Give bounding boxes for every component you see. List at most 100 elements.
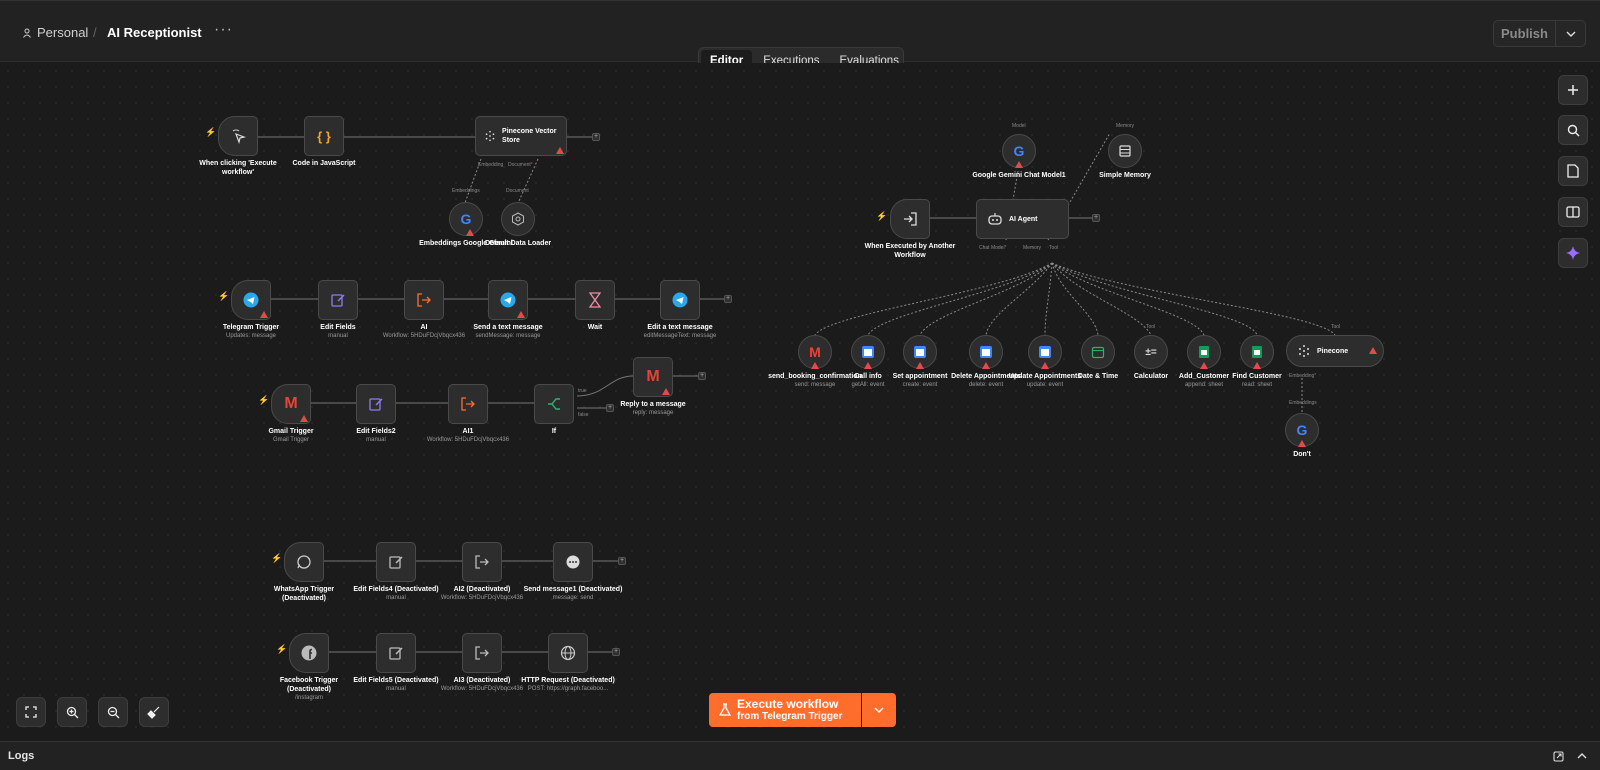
execute-workflow-text: Execute workflow from Telegram Trigger	[737, 697, 842, 723]
zoom-out-button[interactable]	[98, 697, 128, 727]
toggle-panel-button[interactable]	[1558, 197, 1588, 227]
node-ai3[interactable]	[462, 633, 502, 673]
user-icon	[23, 28, 31, 38]
add-node-handle[interactable]: +	[592, 133, 600, 141]
node-ai[interactable]	[404, 280, 444, 320]
node-add-customer[interactable]	[1187, 335, 1221, 369]
port-label-document: Document	[506, 188, 529, 194]
node-gemini-chat-model[interactable]: G	[1002, 134, 1036, 168]
add-node-handle[interactable]: +	[724, 295, 732, 303]
logs-panel-bar[interactable]: Logs	[0, 741, 1600, 770]
database-icon	[1119, 145, 1131, 157]
node-reply-message[interactable]: M	[633, 357, 673, 397]
node-pinecone-vector-store[interactable]: Pinecone Vector Store	[475, 116, 567, 156]
node-set-appointment[interactable]	[903, 335, 937, 369]
node-code-javascript[interactable]: { }	[304, 116, 344, 156]
node-date-time[interactable]	[1081, 335, 1115, 369]
execute-trigger-dropdown[interactable]	[862, 693, 896, 727]
node-gmail-trigger[interactable]: M	[271, 384, 311, 424]
add-node-handle[interactable]: +	[698, 372, 706, 380]
popout-icon[interactable]	[1553, 751, 1564, 762]
plus-icon	[1568, 85, 1578, 95]
node-ai1[interactable]	[448, 384, 488, 424]
node-ai-agent[interactable]: AI Agent	[976, 199, 1069, 239]
add-node-handle[interactable]: +	[612, 648, 620, 656]
execute-workflow-button[interactable]: Execute workflow from Telegram Trigger	[709, 693, 861, 727]
port-label-embedding: Embedding	[478, 162, 504, 168]
node-facebook-trigger[interactable]	[289, 633, 329, 673]
node-calculator[interactable]: ±=	[1134, 335, 1168, 369]
sheets-icon	[1252, 346, 1262, 358]
add-node-handle[interactable]: +	[1092, 214, 1100, 222]
node-edit-fields2[interactable]	[356, 384, 396, 424]
warning-icon	[982, 362, 990, 369]
node-http-request[interactable]	[548, 633, 588, 673]
node-send-booking[interactable]: M	[798, 335, 832, 369]
breadcrumb-personal[interactable]: Personal	[22, 25, 88, 40]
node-embeddings-gemini[interactable]: G	[449, 202, 483, 236]
publish-button[interactable]: Publish	[1493, 20, 1556, 47]
node-send-message1[interactable]	[553, 542, 593, 582]
node-find-customer[interactable]	[1240, 335, 1274, 369]
zoom-in-button[interactable]	[57, 697, 87, 727]
node-telegram-trigger[interactable]	[231, 280, 271, 320]
more-options-button[interactable]: ···	[214, 21, 233, 39]
node-edit-fields5[interactable]	[376, 633, 416, 673]
node-label: Don't	[1293, 451, 1311, 458]
node-label: Edit Fields2 manual	[356, 428, 396, 443]
node-executed-trigger[interactable]	[890, 199, 930, 239]
tidy-up-button[interactable]	[139, 697, 169, 727]
warning-icon	[1369, 347, 1377, 354]
node-label: Reply to a message reply: message	[620, 401, 686, 416]
node-update-appointments[interactable]	[1028, 335, 1062, 369]
publish-dropdown-button[interactable]	[1556, 20, 1586, 47]
workflow-title[interactable]: AI Receptionist	[107, 25, 202, 40]
node-whatsapp-trigger[interactable]	[284, 542, 324, 582]
node-delete-appointments[interactable]	[969, 335, 1003, 369]
add-node-handle[interactable]: +	[618, 557, 626, 565]
hexagon-icon	[512, 212, 524, 226]
trigger-bolt-icon: ⚡	[205, 127, 217, 137]
pencil-icon	[369, 398, 383, 411]
port-label-tool: Tool	[1146, 324, 1156, 330]
node-dont[interactable]: G	[1285, 413, 1319, 447]
node-label: If	[551, 428, 557, 435]
google-icon: G	[1013, 143, 1025, 159]
node-label: Edit Fields5 (Deactivated) manual	[353, 677, 439, 692]
warning-icon	[1298, 440, 1306, 447]
node-call-info[interactable]	[851, 335, 885, 369]
node-ai2[interactable]	[462, 542, 502, 582]
node-edit-fields4[interactable]	[376, 542, 416, 582]
fit-view-button[interactable]	[16, 697, 46, 727]
google-icon: G	[460, 211, 472, 227]
node-edit-text-message[interactable]	[660, 280, 700, 320]
node-manual-trigger[interactable]	[218, 116, 258, 156]
breadcrumb-separator: /	[93, 25, 97, 40]
node-send-text-message[interactable]	[488, 280, 528, 320]
node-pinecone[interactable]: Pinecone	[1286, 335, 1384, 367]
search-nodes-button[interactable]	[1558, 115, 1588, 145]
ai-assistant-button[interactable]	[1558, 238, 1588, 268]
port-label-embeddings: Embeddings	[452, 188, 480, 194]
sticky-note-button[interactable]	[1558, 156, 1588, 186]
execute-workflow-icon	[475, 555, 489, 569]
warning-icon	[517, 311, 525, 318]
fit-view-icon	[25, 706, 37, 718]
node-simple-memory[interactable]	[1108, 134, 1142, 168]
node-if[interactable]	[534, 384, 574, 424]
pinecone-icon	[485, 130, 495, 142]
warning-icon	[1200, 362, 1208, 369]
node-wait[interactable]	[575, 280, 615, 320]
workflow-canvas[interactable]: ⚡ When clicking 'Execute workflow' { } C…	[0, 63, 1600, 739]
chevron-up-icon[interactable]	[1577, 753, 1587, 759]
node-default-data-loader[interactable]	[501, 202, 535, 236]
execute-workflow-icon	[417, 293, 431, 307]
add-node-button[interactable]	[1558, 75, 1588, 105]
port-label-tool: Tool	[1331, 324, 1341, 330]
trigger-bolt-icon: ⚡	[218, 291, 230, 301]
execute-workflow-label: Execute workflow	[737, 697, 839, 711]
node-edit-fields[interactable]	[318, 280, 358, 320]
hourglass-icon	[588, 292, 602, 308]
warning-icon	[300, 415, 308, 422]
calendar-icon	[914, 346, 926, 358]
